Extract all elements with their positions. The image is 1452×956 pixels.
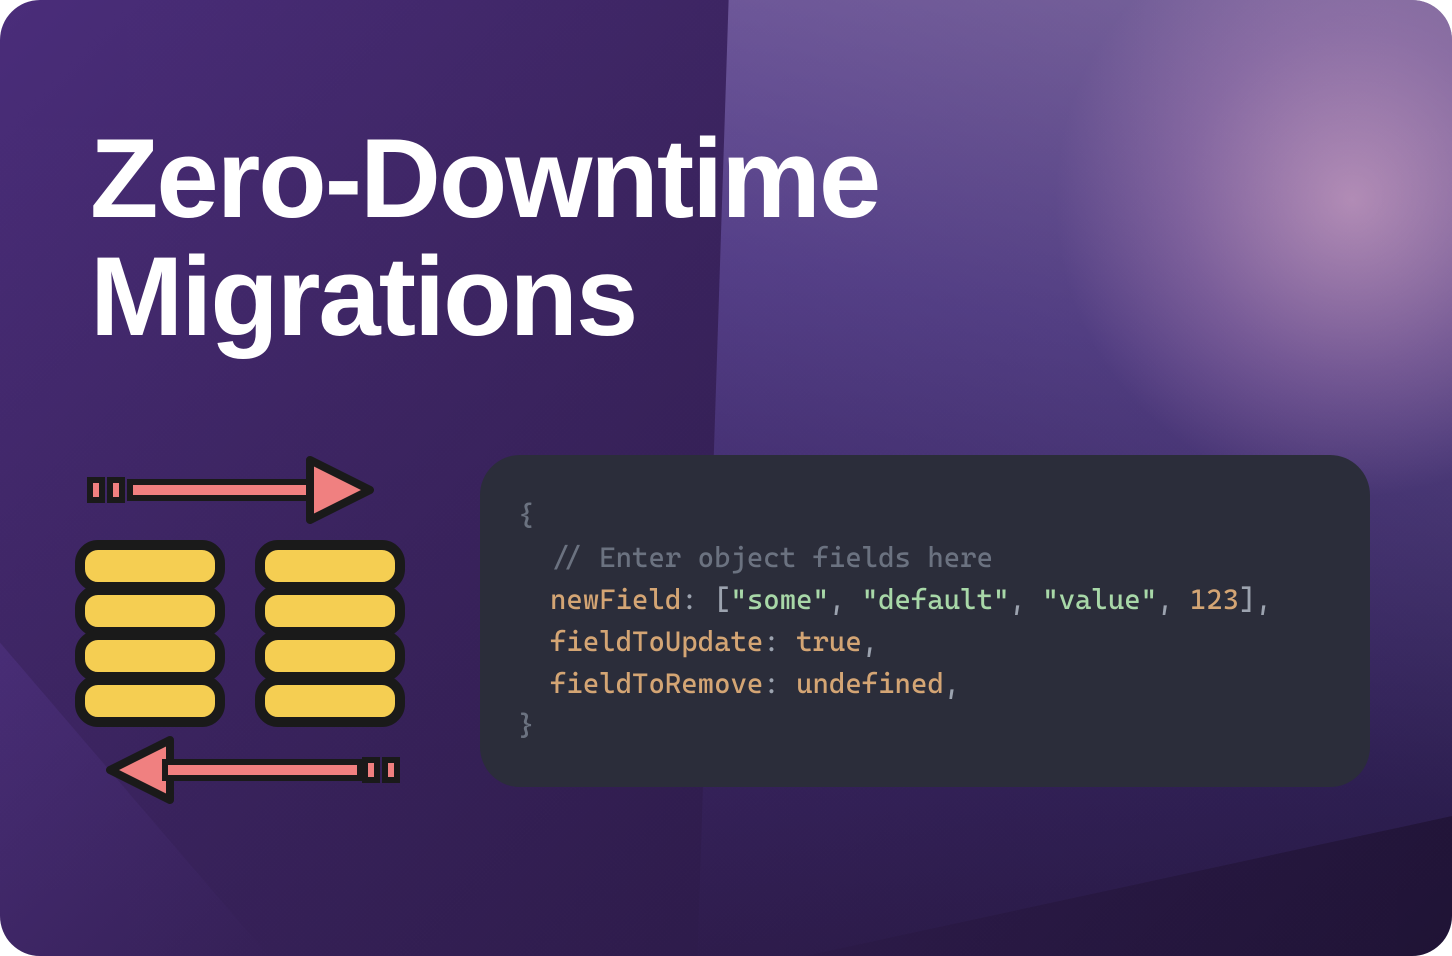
code-comment: // Enter object fields here	[550, 541, 993, 574]
code-key-newfield: newField	[550, 583, 681, 616]
hero-card: Zero-DowntimeMigrations	[0, 0, 1452, 956]
code-brace-open: {	[518, 499, 534, 532]
page-title: Zero-DowntimeMigrations	[90, 120, 879, 355]
database-migration-icon	[60, 440, 420, 820]
code-brace-close: }	[518, 709, 534, 742]
code-key-fieldtoremove: fieldToRemove	[550, 667, 763, 700]
code-block: { // Enter object fields here newField: …	[480, 455, 1370, 787]
code-key-fieldtoupdate: fieldToUpdate	[550, 625, 763, 658]
